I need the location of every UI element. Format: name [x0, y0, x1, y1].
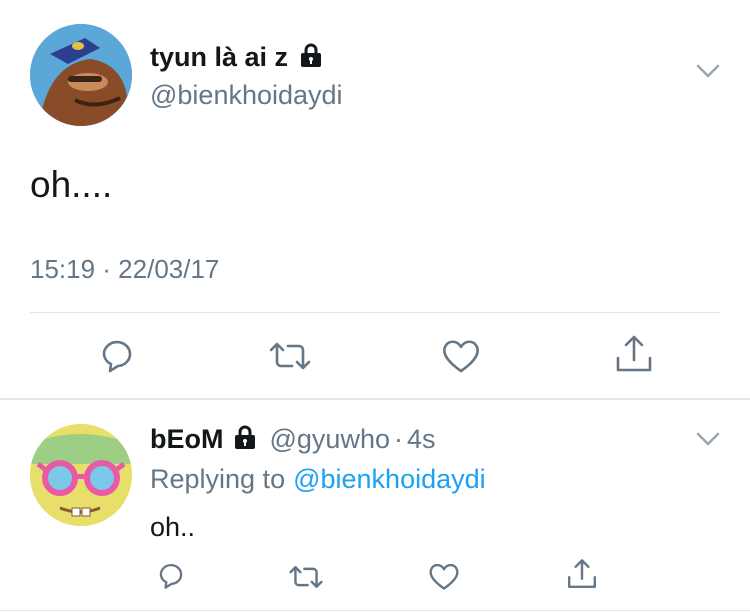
- reply-user-handle[interactable]: @gyuwho: [270, 424, 390, 455]
- reply-icon: [102, 340, 132, 373]
- bottom-divider: [0, 610, 750, 611]
- replying-to-label: Replying to: [150, 463, 286, 494]
- reply-timestamp[interactable]: 4s: [407, 424, 436, 455]
- tweet-timestamp[interactable]: 15:19 · 22/03/17: [30, 254, 219, 285]
- retweet-button[interactable]: [288, 564, 324, 590]
- reply-button[interactable]: [156, 562, 186, 590]
- replying-to: Replying to @bienkhoidaydi: [150, 462, 486, 496]
- user-handle[interactable]: @bienkhoidaydi: [150, 80, 343, 111]
- display-name[interactable]: tyun là ai z: [150, 42, 288, 73]
- share-button[interactable]: [566, 558, 598, 590]
- like-button[interactable]: [428, 562, 460, 591]
- spongebob-sunglasses-avatar-icon: [30, 424, 132, 526]
- like-icon: [429, 563, 459, 590]
- lock-icon: [298, 42, 324, 73]
- reply-display-name[interactable]: bEoM: [150, 424, 224, 455]
- share-icon: [568, 559, 596, 588]
- time-separator: ·: [393, 423, 403, 454]
- chevron-down-icon[interactable]: [696, 432, 720, 446]
- reply-button[interactable]: [98, 338, 136, 374]
- like-button[interactable]: [441, 338, 481, 374]
- divider: [30, 312, 720, 313]
- reply-user-avatar[interactable]: [30, 424, 132, 526]
- user-avatar[interactable]: [30, 24, 132, 126]
- tweet-separator: [0, 398, 750, 400]
- retweet-icon: [269, 342, 311, 370]
- user-name-row: tyun là ai z: [150, 40, 324, 74]
- reply-header-row: bEoM @gyuwho · 4s: [150, 422, 436, 456]
- share-button[interactable]: [614, 334, 654, 374]
- retweet-button[interactable]: [268, 340, 312, 372]
- lock-icon: [232, 424, 258, 455]
- replying-to-handle[interactable]: @bienkhoidaydi: [293, 464, 486, 495]
- share-icon: [616, 335, 652, 372]
- like-icon: [443, 340, 479, 373]
- chevron-down-icon[interactable]: [696, 64, 720, 78]
- retweet-icon: [289, 566, 323, 588]
- reply-icon: [159, 563, 183, 589]
- cartoon-fish-avatar-icon: [30, 24, 132, 126]
- tweet-text: oh....: [30, 164, 113, 205]
- reply-text: oh..: [150, 512, 196, 542]
